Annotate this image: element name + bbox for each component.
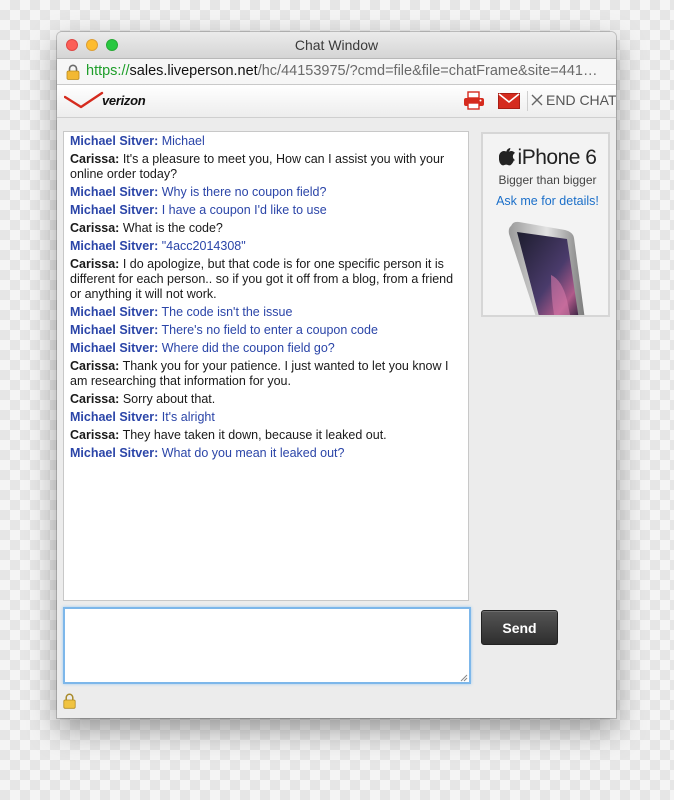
message-speaker: Carissa: (70, 392, 120, 406)
iphone-ad-banner[interactable]: iPhone 6 Bigger than bigger Ask me for d… (481, 132, 610, 317)
ad-brand-title: iPhone 6 (487, 146, 608, 170)
chat-message: Michael Sitver: Where did the coupon fie… (70, 341, 462, 356)
chat-message: Michael Sitver: There's no field to ente… (70, 323, 462, 338)
message-text: Where did the coupon field go? (161, 341, 335, 355)
verizon-checkmark-icon (63, 91, 104, 109)
toolbar-divider (527, 91, 528, 111)
chat-message: Michael Sitver: It's alright (70, 410, 462, 425)
message-speaker: Michael Sitver: (70, 305, 159, 319)
url-path: /hc/44153975/?cmd=file&file=chatFrame&si… (257, 63, 598, 79)
message-speaker: Michael Sitver: (70, 203, 159, 217)
message-text: What is the code? (122, 221, 223, 235)
message-input[interactable] (63, 607, 471, 684)
message-speaker: Carissa: (70, 428, 120, 442)
chat-message: Michael Sitver: I have a coupon I'd like… (70, 203, 462, 218)
ad-details-link[interactable]: Ask me for details! (487, 194, 608, 208)
message-speaker: Michael Sitver: (70, 134, 159, 148)
message-speaker: Michael Sitver: (70, 323, 159, 337)
ad-tagline: Bigger than bigger (498, 173, 597, 187)
chat-message: Michael Sitver: The code isn't the issue (70, 305, 462, 320)
close-icon (531, 94, 543, 106)
end-chat-label: END CHAT (546, 92, 616, 108)
chat-message: Michael Sitver: "4acc2014308" (70, 239, 462, 254)
message-text: Thank you for your patience. I just want… (70, 359, 449, 388)
chat-window: Chat Window https://sales.liveperson.net… (57, 32, 616, 718)
message-text: It's a pleasure to meet you, How can I a… (70, 152, 445, 181)
chat-transcript[interactable]: Michael Sitver: Michael Carissa: It's a p… (63, 131, 469, 601)
email-icon[interactable] (498, 93, 520, 109)
address-bar[interactable]: https://sales.liveperson.net/hc/44153975… (57, 59, 616, 85)
url-host: sales.liveperson.net (129, 63, 258, 79)
url-text[interactable]: https://sales.liveperson.net/hc/44153975… (86, 63, 597, 79)
secure-lock-icon (66, 64, 80, 80)
verizon-logo: verizon (63, 91, 164, 111)
url-scheme: https:// (86, 63, 130, 79)
message-text: Why is there no coupon field? (161, 185, 327, 199)
message-speaker: Carissa: (70, 152, 120, 166)
resize-grip-icon[interactable] (460, 674, 468, 682)
chat-message: Carissa: I do apologize, but that code i… (70, 257, 462, 302)
message-text: I have a coupon I'd like to use (161, 203, 327, 217)
chat-message: Carissa: Sorry about that. (70, 392, 462, 407)
print-icon[interactable] (463, 91, 485, 111)
message-text: The code isn't the issue (161, 305, 293, 319)
message-text: I do apologize, but that code is for one… (70, 257, 454, 301)
chat-message: Carissa: Thank you for your patience. I … (70, 359, 462, 389)
message-speaker: Carissa: (70, 359, 120, 373)
iphone-image (508, 221, 585, 315)
message-text: Michael (161, 134, 205, 148)
message-text: What do you mean it leaked out? (161, 446, 345, 460)
chat-message: Michael Sitver: Michael (70, 134, 462, 149)
message-speaker: Michael Sitver: (70, 410, 159, 424)
message-text: Sorry about that. (122, 392, 216, 406)
message-text: "4acc2014308" (161, 239, 246, 253)
apple-logo-icon (498, 148, 515, 166)
ad-brand-text: iPhone 6 (517, 146, 597, 169)
message-text: It's alright (161, 410, 215, 424)
chat-message: Carissa: They have taken it down, becaus… (70, 428, 462, 443)
secure-chat-lock-icon (63, 693, 76, 709)
message-text: There's no field to enter a coupon code (161, 323, 378, 337)
message-speaker: Michael Sitver: (70, 446, 159, 460)
verizon-logo-text: verizon (102, 93, 146, 108)
message-speaker: Carissa: (70, 221, 120, 235)
chat-message: Michael Sitver: What do you mean it leak… (70, 446, 462, 461)
chat-toolbar: verizon END CHAT (57, 85, 616, 118)
message-speaker: Carissa: (70, 257, 120, 271)
message-text: They have taken it down, because it leak… (122, 428, 387, 442)
chat-message: Carissa: What is the code? (70, 221, 462, 236)
message-speaker: Michael Sitver: (70, 239, 159, 253)
chat-message: Michael Sitver: Why is there no coupon f… (70, 185, 462, 200)
chat-message: Carissa: It's a pleasure to meet you, Ho… (70, 152, 462, 182)
send-button[interactable]: Send (481, 610, 558, 645)
end-chat-button[interactable]: END CHAT (531, 92, 616, 110)
message-speaker: Michael Sitver: (70, 341, 159, 355)
window-title: Chat Window (294, 37, 379, 53)
message-speaker: Michael Sitver: (70, 185, 159, 199)
title-bar[interactable]: Chat Window (57, 32, 616, 59)
